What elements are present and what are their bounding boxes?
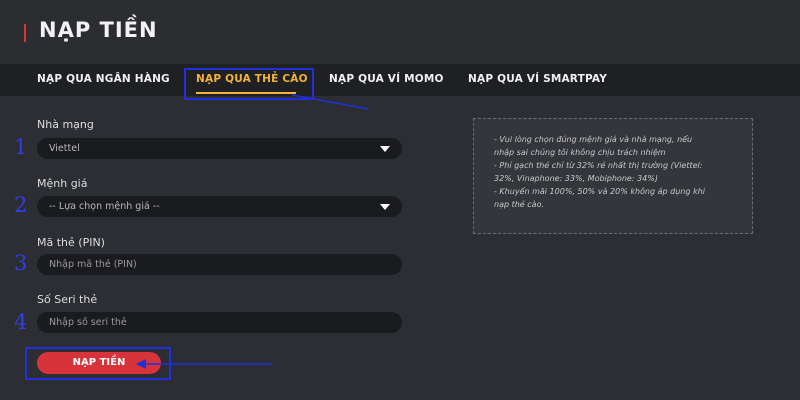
- annotation-arrows: [136, 94, 369, 369]
- arrow-head-icon: [136, 359, 146, 369]
- tab-arrow-line: [291, 94, 369, 110]
